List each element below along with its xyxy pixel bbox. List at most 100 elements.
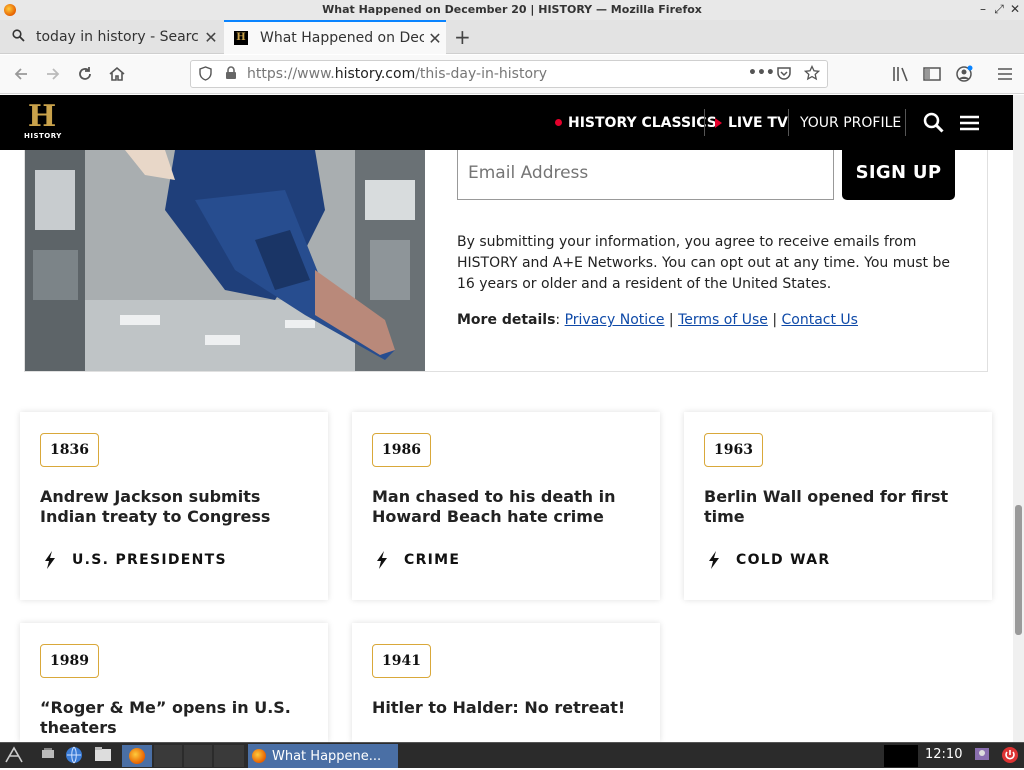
task-label: What Happene...: [272, 748, 382, 764]
event-card[interactable]: 1986 Man chased to his death in Howard B…: [352, 412, 660, 600]
power-icon[interactable]: [1000, 746, 1020, 766]
more-details-line: More details: Privacy Notice | Terms of …: [457, 312, 858, 328]
page-scrollbar-track[interactable]: [1013, 95, 1024, 742]
new-tab-button[interactable]: +: [454, 25, 471, 49]
url-text[interactable]: https://www.history.com/this-day-in-hist…: [247, 66, 547, 82]
site-header: H HISTORY HISTORY CLASSICS LIVE TV YOUR …: [0, 95, 1013, 150]
red-dot-icon: [555, 119, 562, 126]
event-title[interactable]: Man chased to his death in Howard Beach …: [372, 487, 642, 527]
page-actions-icon[interactable]: •••: [748, 65, 775, 81]
os-taskbar: What Happene... 12:10: [0, 742, 1024, 768]
site-search-icon[interactable]: [923, 95, 944, 150]
category-tag[interactable]: U.S. PRESIDENTS: [40, 551, 227, 569]
maximize-button[interactable]: ⤢: [992, 2, 1006, 17]
site-menu-icon[interactable]: [959, 95, 980, 150]
event-title[interactable]: Berlin Wall opened for first time: [704, 487, 974, 527]
bookmark-star-icon[interactable]: [803, 64, 821, 85]
start-menu-icon[interactable]: [4, 746, 24, 766]
tab-history-active[interactable]: H What Happened on Dece ✕: [224, 20, 446, 54]
account-icon[interactable]: [951, 61, 977, 87]
tab-label: today in history - Search: [36, 29, 200, 45]
history-logo[interactable]: H HISTORY: [24, 99, 62, 142]
page-scrollbar-thumb[interactable]: [1015, 505, 1022, 635]
search-icon: [10, 28, 26, 46]
event-card[interactable]: 1963 Berlin Wall opened for first time C…: [684, 412, 992, 600]
clock: 12:10: [925, 747, 963, 762]
more-details-label: More details: [457, 312, 556, 328]
live-tv-label: LIVE TV: [728, 114, 788, 131]
file-manager-icon[interactable]: [93, 746, 113, 766]
logo-wordmark: HISTORY: [24, 132, 62, 140]
close-window-button[interactable]: ✕: [1008, 2, 1022, 16]
window-titlebar: What Happened on December 20 | HISTORY —…: [0, 0, 1024, 20]
category-label: COLD WAR: [736, 552, 831, 568]
event-title[interactable]: Andrew Jackson submits Indian treaty to …: [40, 487, 310, 527]
year-badge: 1989: [40, 644, 99, 678]
pipe-separator: |: [668, 312, 674, 328]
header-divider: [704, 109, 705, 136]
close-tab-icon[interactable]: ✕: [424, 29, 446, 48]
privacy-notice-link[interactable]: Privacy Notice: [565, 312, 665, 328]
history-classics-label: HISTORY CLASSICS: [568, 114, 717, 131]
home-button[interactable]: [104, 61, 130, 87]
sidebar-icon[interactable]: [919, 61, 945, 87]
play-icon: [715, 117, 722, 128]
event-card[interactable]: 1941 Hitler to Halder: No retreat!: [352, 623, 660, 742]
workspace-1[interactable]: [154, 745, 182, 767]
menu-icon[interactable]: [992, 61, 1018, 87]
astronaut-photo: [25, 150, 425, 371]
lightning-bolt-icon: [40, 551, 60, 569]
live-tv-link[interactable]: LIVE TV: [715, 95, 788, 150]
terms-of-use-link[interactable]: Terms of Use: [678, 312, 768, 328]
navigation-toolbar: https://www.history.com/this-day-in-hist…: [0, 55, 1024, 94]
event-card[interactable]: 1836 Andrew Jackson submits Indian treat…: [20, 412, 328, 600]
reload-button[interactable]: [72, 61, 98, 87]
header-divider: [788, 109, 789, 136]
back-button[interactable]: [8, 61, 34, 87]
category-tag[interactable]: COLD WAR: [704, 551, 830, 569]
email-placeholder: Email Address: [468, 163, 589, 183]
browser-launcher-icon[interactable]: [64, 746, 84, 766]
firefox-launcher-icon[interactable]: [122, 745, 152, 767]
user-icon[interactable]: [972, 746, 992, 766]
pipe-separator: |: [772, 312, 778, 328]
logo-letter: H: [27, 99, 57, 134]
year-badge: 1836: [40, 433, 99, 467]
your-profile-link[interactable]: YOUR PROFILE: [800, 95, 901, 150]
event-card[interactable]: 1989 “Roger & Me” opens in U.S. theaters: [20, 623, 328, 742]
header-divider: [905, 109, 906, 136]
colon-text: :: [555, 312, 561, 328]
year-badge: 1986: [372, 433, 431, 467]
tab-label: What Happened on Dece: [260, 30, 424, 46]
workspace-3[interactable]: [214, 745, 244, 767]
minimize-button[interactable]: –: [976, 2, 990, 16]
close-tab-icon[interactable]: ✕: [200, 28, 222, 47]
category-label: CRIME: [404, 552, 461, 568]
tray-slot: [884, 745, 918, 767]
workspace-2[interactable]: [184, 745, 212, 767]
your-profile-label: YOUR PROFILE: [800, 114, 902, 131]
sign-up-button[interactable]: SIGN UP: [842, 150, 955, 200]
history-classics-link[interactable]: HISTORY CLASSICS: [555, 95, 717, 150]
address-bar[interactable]: https://www.history.com/this-day-in-hist…: [190, 60, 828, 88]
tracking-shield-icon[interactable]: [199, 66, 212, 85]
history-favicon-icon: H: [234, 31, 250, 45]
category-tag[interactable]: CRIME: [372, 551, 460, 569]
forward-button[interactable]: [40, 61, 66, 87]
library-icon[interactable]: [888, 61, 914, 87]
year-badge: 1941: [372, 644, 431, 678]
lightning-bolt-icon: [704, 551, 724, 569]
pocket-icon[interactable]: [776, 65, 792, 85]
tab-search[interactable]: today in history - Search ✕: [0, 20, 222, 54]
email-input[interactable]: Email Address: [457, 150, 834, 200]
lightning-bolt-icon: [372, 551, 392, 569]
event-title[interactable]: “Roger & Me” opens in U.S. theaters: [40, 698, 310, 738]
lock-icon[interactable]: [225, 66, 237, 83]
event-title[interactable]: Hitler to Halder: No retreat!: [372, 698, 642, 718]
category-label: U.S. PRESIDENTS: [72, 552, 227, 568]
contact-us-link[interactable]: Contact Us: [782, 312, 858, 328]
show-desktop-icon[interactable]: [38, 746, 58, 766]
window-title: What Happened on December 20 | HISTORY —…: [322, 3, 702, 16]
legal-disclaimer: By submitting your information, you agre…: [457, 234, 951, 292]
taskbar-firefox-window[interactable]: What Happene...: [248, 744, 398, 768]
